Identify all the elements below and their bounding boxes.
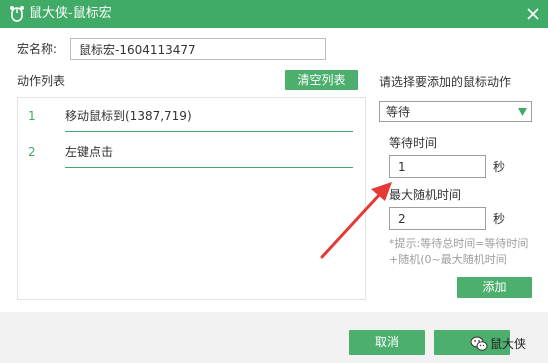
list-item[interactable]: 2 左键点击 — [18, 134, 367, 168]
action-list-label: 动作列表 — [17, 74, 66, 88]
max-random-input[interactable] — [389, 207, 486, 230]
hint-text: *提示:等待总时间=等待时间+随机(0~最大随机时间 — [389, 237, 529, 266]
wechat-icon — [470, 336, 488, 351]
watermark-text: 鼠大侠 — [490, 337, 527, 351]
wait-time-unit: 秒 — [493, 160, 506, 174]
list-item-text: 移动鼠标到(1387,719) — [65, 109, 192, 123]
triangle-down-icon — [518, 108, 527, 116]
add-button[interactable]: 添加 — [457, 277, 532, 298]
wait-time-label: 等待时间 — [389, 136, 438, 150]
action-list: 1 移动鼠标到(1387,719) 2 左键点击 — [17, 97, 366, 300]
macro-name-input[interactable] — [70, 38, 326, 60]
title-bar: 鼠大侠-鼠标宏 — [0, 0, 548, 28]
macro-name-label: 宏名称: — [17, 42, 58, 56]
watermark: 鼠大侠 — [470, 334, 548, 356]
list-item-index: 2 — [28, 145, 36, 159]
window-title: 鼠大侠-鼠标宏 — [29, 6, 112, 21]
close-icon[interactable] — [524, 5, 542, 23]
max-random-unit: 秒 — [493, 212, 506, 226]
action-type-select[interactable]: 等待 — [379, 101, 532, 122]
max-random-label: 最大随机时间 — [389, 188, 462, 202]
list-item-index: 1 — [28, 109, 36, 123]
mouse-icon — [10, 6, 24, 22]
wait-time-input[interactable] — [389, 155, 486, 178]
list-item-underline — [65, 131, 353, 132]
list-item[interactable]: 1 移动鼠标到(1387,719) — [18, 98, 367, 132]
clear-list-button[interactable]: 清空列表 — [285, 70, 358, 90]
action-type-value: 等待 — [386, 105, 411, 119]
list-item-underline — [65, 167, 353, 168]
list-item-text: 左键点击 — [65, 145, 114, 159]
action-type-prompt: 请选择要添加的鼠标动作 — [379, 75, 512, 89]
cancel-button[interactable]: 取消 — [349, 330, 425, 355]
